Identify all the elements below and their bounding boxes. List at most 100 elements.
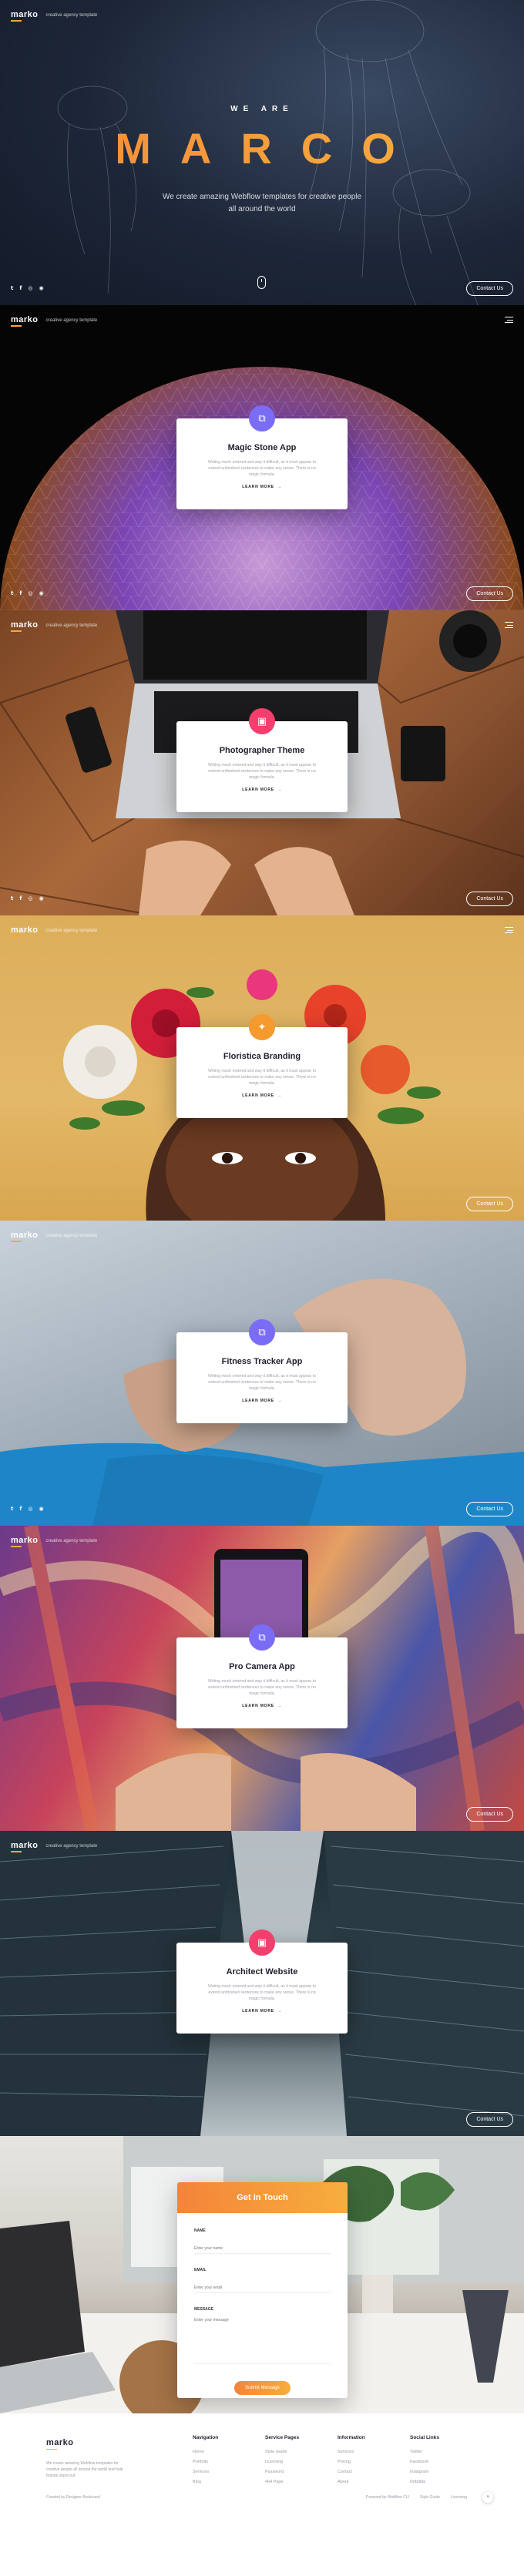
project-section-2: marko creative agency template ▣ Photogr… bbox=[0, 610, 524, 915]
twitter-icon[interactable]: t bbox=[11, 590, 13, 596]
message-input[interactable] bbox=[194, 2318, 331, 2364]
arrow-right-icon: → bbox=[277, 1399, 282, 1403]
contact-button[interactable]: Contact Us bbox=[466, 1807, 513, 1822]
instagram-icon[interactable]: ◎ bbox=[28, 1506, 32, 1512]
footer-link[interactable]: Services bbox=[193, 2470, 265, 2474]
dribbble-icon[interactable]: ◉ bbox=[39, 285, 44, 291]
footer-link[interactable]: Style Guide bbox=[265, 2450, 338, 2454]
topbar: marko creative agency template bbox=[0, 0, 524, 31]
footer-bottom-link[interactable]: Licensing bbox=[451, 2495, 467, 2500]
facebook-icon[interactable]: f bbox=[19, 285, 22, 291]
name-input[interactable] bbox=[194, 2244, 331, 2254]
contact-section: Get In Touch NAME EMAIL MESSAGE Submit M… bbox=[0, 2136, 524, 2413]
footer-link[interactable]: Facebook bbox=[410, 2460, 472, 2464]
facebook-icon[interactable]: f bbox=[19, 590, 22, 596]
footer-link[interactable]: About bbox=[338, 2480, 410, 2484]
dribbble-icon[interactable]: ◉ bbox=[39, 895, 44, 902]
form-title: Get In Touch bbox=[177, 2182, 348, 2213]
logo[interactable]: marko bbox=[11, 1231, 39, 1242]
contact-button[interactable]: Contact Us bbox=[466, 2112, 513, 2127]
hero-title: MARCO bbox=[15, 123, 524, 173]
contact-button[interactable]: Contact Us bbox=[466, 1197, 513, 1211]
project-description: Writing much entered and way it difficul… bbox=[208, 1679, 316, 1696]
logo[interactable]: marko bbox=[11, 1841, 39, 1852]
footer-link[interactable]: Contact bbox=[338, 2470, 410, 2474]
facebook-icon[interactable]: f bbox=[19, 1506, 22, 1512]
project-card: ⧉ Magic Stone App Writing much entered a… bbox=[176, 405, 348, 509]
logo[interactable]: marko bbox=[11, 620, 39, 632]
contact-button[interactable]: Contact Us bbox=[466, 1502, 513, 1516]
menu-icon[interactable] bbox=[505, 622, 513, 629]
contact-button[interactable]: Contact Us bbox=[466, 892, 513, 906]
menu-icon[interactable] bbox=[505, 927, 513, 934]
project-section-3: marko creative agency template ✦ Florist… bbox=[0, 915, 524, 1221]
footer-link[interactable]: Home bbox=[193, 2450, 265, 2454]
facebook-icon[interactable]: f bbox=[19, 895, 22, 902]
footer-link[interactable]: Twitter bbox=[410, 2450, 472, 2454]
hero-subtitle-2: all around the world bbox=[228, 205, 296, 213]
logo[interactable]: marko bbox=[11, 315, 39, 327]
project-title: Magic Stone App bbox=[227, 443, 297, 452]
topbar: marko creative agency template bbox=[0, 1221, 524, 1251]
footer-link[interactable]: Password bbox=[265, 2470, 338, 2474]
hero-subtitle-1: We create amazing Webflow templates for … bbox=[162, 193, 362, 201]
project-description: Writing much entered and way it difficul… bbox=[208, 1069, 316, 1086]
twitter-icon[interactable]: t bbox=[11, 895, 13, 902]
footer-bottom-link[interactable]: Style Guide bbox=[420, 2495, 440, 2500]
learn-more-link[interactable]: LEARN MORE → bbox=[176, 485, 348, 489]
footer-link[interactable]: Portfolio bbox=[193, 2460, 265, 2464]
message-label: MESSAGE bbox=[194, 2307, 214, 2312]
mouse-scroll-icon[interactable] bbox=[257, 276, 266, 289]
learn-more-link[interactable]: LEARN MORE → bbox=[176, 1704, 348, 1708]
section-social: t f ◎ ◉ bbox=[11, 1506, 44, 1512]
dribbble-icon[interactable]: ◉ bbox=[39, 1506, 44, 1512]
arrow-right-icon: → bbox=[277, 1093, 282, 1098]
email-label: EMAIL bbox=[194, 2268, 207, 2272]
instagram-icon[interactable]: ◎ bbox=[28, 285, 32, 291]
copyright: Created by Designer Boulevard bbox=[46, 2495, 100, 2500]
instagram-icon[interactable]: ◎ bbox=[28, 895, 32, 902]
logo[interactable]: marko bbox=[11, 10, 39, 22]
section-social: t f ◎ ◉ bbox=[11, 895, 44, 902]
topbar: marko creative agency template bbox=[0, 305, 524, 336]
dribbble-icon[interactable]: ◉ bbox=[39, 590, 44, 596]
project-badge-icon: ⧉ bbox=[249, 405, 275, 432]
footer-column-title: Service Pages bbox=[265, 2435, 300, 2440]
footer-column-title: Social Links bbox=[410, 2435, 439, 2440]
back-to-top-button[interactable]: ↑ bbox=[482, 2492, 493, 2503]
menu-icon[interactable] bbox=[505, 317, 513, 324]
footer-link[interactable]: Services bbox=[338, 2450, 410, 2454]
arrow-right-icon: → bbox=[277, 2009, 282, 2013]
contact-button[interactable]: Contact Us bbox=[466, 281, 513, 296]
project-section-5: marko creative agency template ⧉ Pro Cam… bbox=[0, 1526, 524, 1831]
twitter-icon[interactable]: t bbox=[11, 1506, 13, 1512]
project-badge-icon: ⧉ bbox=[249, 1624, 275, 1651]
footer-link[interactable]: Dribbble bbox=[410, 2480, 472, 2484]
email-input[interactable] bbox=[194, 2283, 331, 2293]
footer-link[interactable]: Blog bbox=[193, 2480, 265, 2484]
submit-button[interactable]: Submit Message bbox=[234, 2381, 291, 2395]
project-card: ⧉ Fitness Tracker App Writing much enter… bbox=[176, 1319, 348, 1423]
footer-link[interactable]: Licensing bbox=[265, 2460, 338, 2464]
learn-more-link[interactable]: LEARN MORE → bbox=[176, 1399, 348, 1403]
footer-logo[interactable]: marko bbox=[46, 2438, 74, 2450]
contact-button[interactable]: Contact Us bbox=[466, 586, 513, 601]
footer-link[interactable]: Instagram bbox=[410, 2470, 472, 2474]
project-title: Fitness Tracker App bbox=[221, 1357, 303, 1366]
learn-more-link[interactable]: LEARN MORE → bbox=[176, 788, 348, 792]
topbar: marko creative agency template bbox=[0, 915, 524, 946]
footer-link[interactable]: 404 Page bbox=[265, 2480, 338, 2484]
project-title: Photographer Theme bbox=[219, 746, 305, 755]
logo[interactable]: marko bbox=[11, 925, 39, 937]
topbar: marko creative agency template bbox=[0, 1831, 524, 1862]
learn-more-link[interactable]: LEARN MORE → bbox=[176, 2009, 348, 2013]
topbar: marko creative agency template bbox=[0, 1526, 524, 1557]
footer-link[interactable]: Pricing bbox=[338, 2460, 410, 2464]
logo[interactable]: marko bbox=[11, 1536, 39, 1547]
footer-column-navigation: Navigation Home Portfolio Services Blog bbox=[193, 2435, 265, 2484]
twitter-icon[interactable]: t bbox=[11, 285, 13, 291]
instagram-icon[interactable]: ◎ bbox=[28, 590, 32, 596]
footer-column-title: Information bbox=[338, 2435, 365, 2440]
project-card: ▣ Architect Website Writing much entered… bbox=[176, 1929, 348, 2034]
learn-more-link[interactable]: LEARN MORE → bbox=[176, 1093, 348, 1098]
